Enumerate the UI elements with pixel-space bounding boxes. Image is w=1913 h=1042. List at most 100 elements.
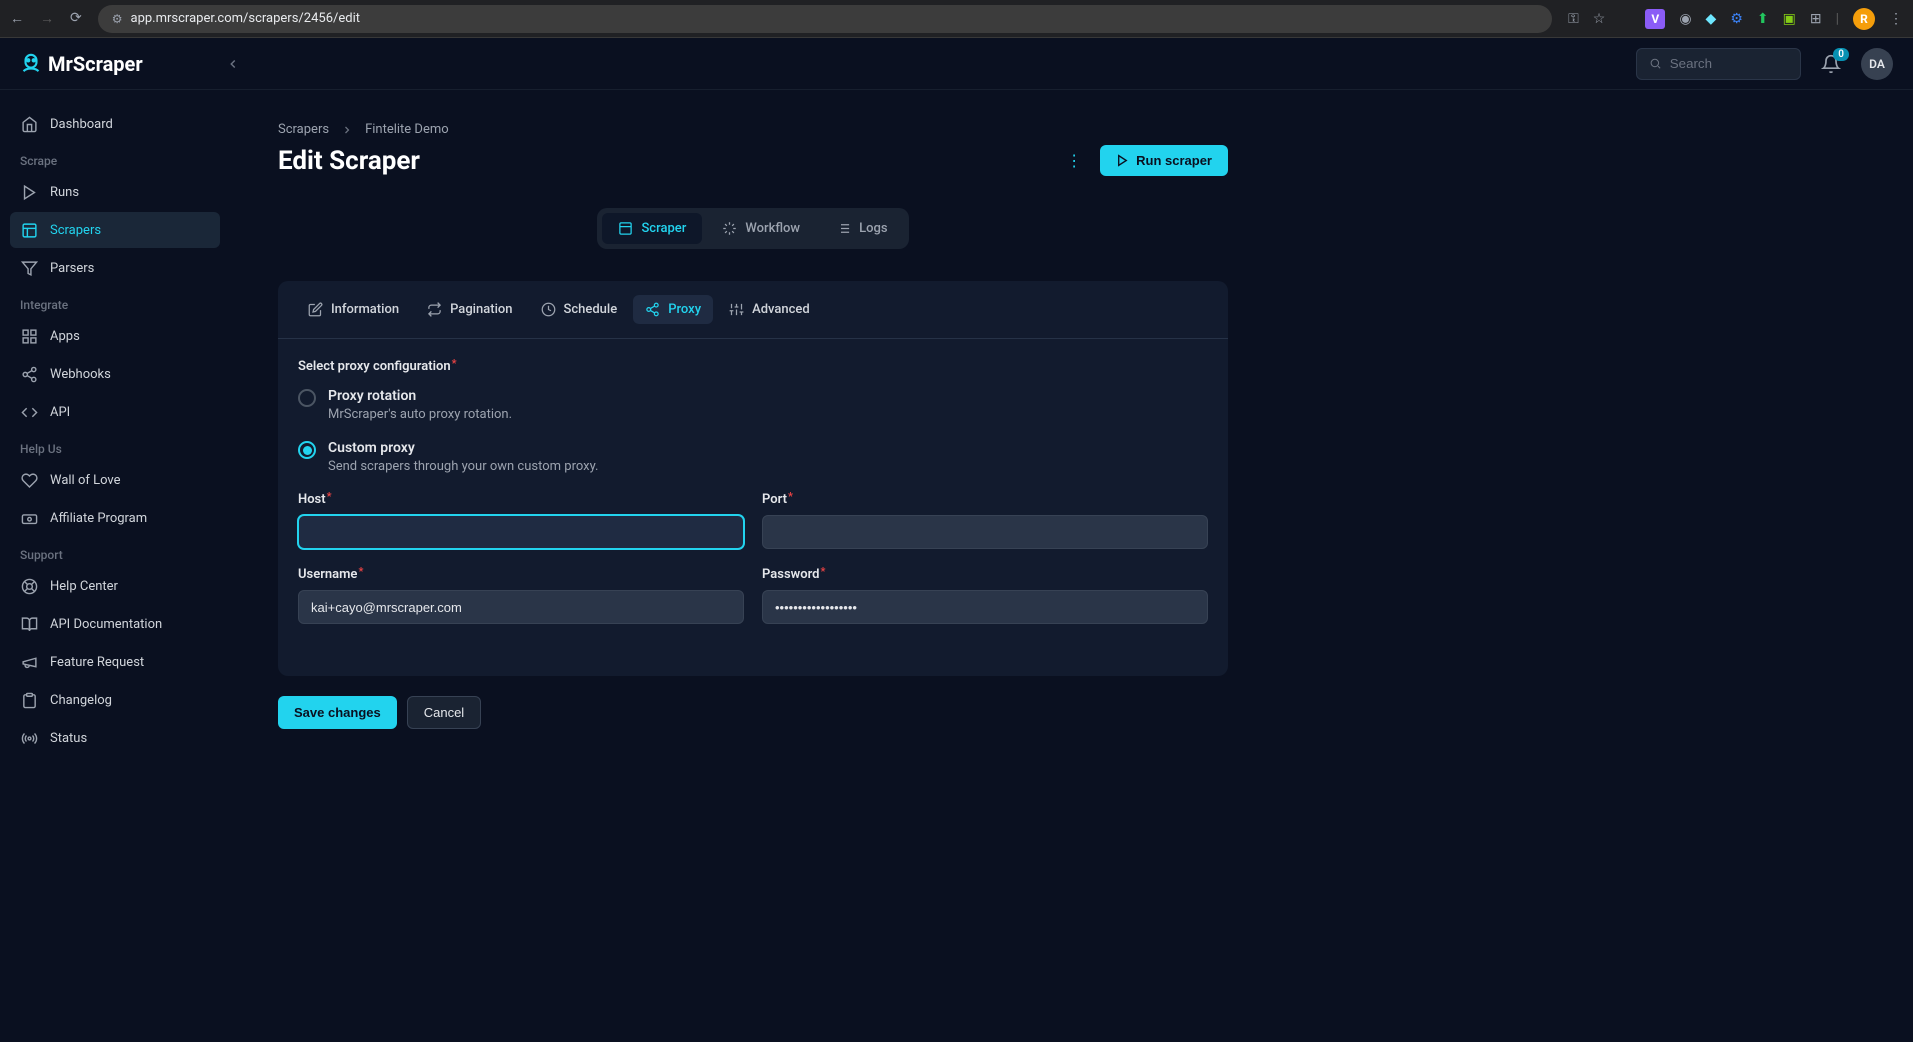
life-buoy-icon <box>20 577 38 595</box>
tab-pagination[interactable]: Pagination <box>415 295 524 324</box>
profile-avatar-icon[interactable]: R <box>1853 8 1875 30</box>
tab-label: Workflow <box>745 221 800 236</box>
breadcrumb-current[interactable]: Fintelite Demo <box>365 122 449 137</box>
sliders-icon <box>729 302 744 317</box>
search-field[interactable] <box>1670 56 1788 71</box>
sidebar-item-label: Wall of Love <box>50 473 121 488</box>
cancel-button[interactable]: Cancel <box>407 696 481 729</box>
clock-icon <box>541 302 556 317</box>
host-input[interactable] <box>298 515 744 549</box>
kebab-menu-icon[interactable]: ⋮ <box>1889 11 1903 27</box>
collapse-sidebar-button[interactable] <box>216 51 250 77</box>
sidebar-item-label: Scrapers <box>50 223 101 238</box>
breadcrumb-parent[interactable]: Scrapers <box>278 122 329 137</box>
sidebar-item-label: Webhooks <box>50 367 111 382</box>
reload-icon[interactable]: ⟳ <box>70 10 82 27</box>
sidebar-item-dashboard[interactable]: Dashboard <box>10 106 220 142</box>
nav-group-label: Help Us <box>10 432 220 462</box>
logo-text: MrScraper <box>48 52 143 76</box>
clipboard-icon <box>20 691 38 709</box>
breadcrumb: Scrapers Fintelite Demo <box>278 122 1228 137</box>
username-input[interactable] <box>298 590 744 624</box>
password-label: Password* <box>762 567 1208 582</box>
sidebar-item-label: Changelog <box>50 693 112 708</box>
tab-proxy[interactable]: Proxy <box>633 295 713 324</box>
tab-information[interactable]: Information <box>296 295 411 324</box>
edit-icon <box>308 302 323 317</box>
tab-label: Scraper <box>641 221 686 236</box>
sidebar-item-scrapers[interactable]: Scrapers <box>10 212 220 248</box>
card-tabs: Information Pagination Schedule <box>278 281 1228 339</box>
play-icon <box>1116 154 1129 167</box>
sidebar-item-help-center[interactable]: Help Center <box>10 568 220 604</box>
upload-icon[interactable]: ⬆ <box>1757 11 1769 27</box>
camera-icon[interactable]: ◉ <box>1679 11 1691 27</box>
tab-scraper[interactable]: Scraper <box>602 213 702 244</box>
port-input[interactable] <box>762 515 1208 549</box>
sidebar-item-label: Help Center <box>50 579 118 594</box>
radio-desc: MrScraper's auto proxy rotation. <box>328 407 512 422</box>
sidebar-item-label: Status <box>50 731 87 746</box>
sidebar-item-label: Affiliate Program <box>50 511 147 526</box>
edit-card: Information Pagination Schedule <box>278 281 1228 676</box>
sidebar-item-api[interactable]: API <box>10 394 220 430</box>
sidebar-item-changelog[interactable]: Changelog <box>10 682 220 718</box>
sidebar-item-apps[interactable]: Apps <box>10 318 220 354</box>
layout-icon <box>618 221 633 236</box>
extensions-puzzle-icon[interactable]: ⊞ <box>1810 11 1822 27</box>
sidebar-item-wall-of-love[interactable]: Wall of Love <box>10 462 220 498</box>
radio-custom-proxy[interactable]: Custom proxy Send scrapers through your … <box>298 440 1208 474</box>
host-label: Host* <box>298 492 744 507</box>
radio-icon <box>298 441 316 459</box>
logo[interactable]: MrScraper <box>20 52 216 76</box>
bookmark-star-icon[interactable]: ☆ <box>1593 11 1606 27</box>
search-input[interactable] <box>1636 48 1801 80</box>
sidebar-item-label: Runs <box>50 185 79 200</box>
list-icon <box>836 221 851 236</box>
sidebar-item-webhooks[interactable]: Webhooks <box>10 356 220 392</box>
user-avatar[interactable]: DA <box>1861 48 1893 80</box>
share-icon <box>645 302 660 317</box>
sidebar-item-parsers[interactable]: Parsers <box>10 250 220 286</box>
sidebar-item-label: Dashboard <box>50 117 113 132</box>
password-key-icon[interactable]: ⚿ <box>1568 11 1579 27</box>
tab-logs[interactable]: Logs <box>820 213 903 244</box>
tab-schedule[interactable]: Schedule <box>529 295 630 324</box>
main-content: Scrapers Fintelite Demo Edit Scraper ⋮ R… <box>230 90 1913 1042</box>
tab-workflow[interactable]: Workflow <box>706 213 816 244</box>
sidebar-item-api-docs[interactable]: API Documentation <box>10 606 220 642</box>
chevron-right-icon <box>341 124 353 136</box>
book-icon <box>20 615 38 633</box>
assist-icon[interactable]: ◆ <box>1706 11 1717 27</box>
nav-group-label: Integrate <box>10 288 220 318</box>
extension-v-icon[interactable]: V <box>1645 9 1665 29</box>
nav-group-label: Support <box>10 538 220 568</box>
site-settings-icon: ⚙ <box>112 12 123 26</box>
back-icon[interactable]: ← <box>10 10 24 27</box>
password-input[interactable] <box>762 590 1208 624</box>
gear-ext-icon[interactable]: ⚙ <box>1730 11 1743 27</box>
robot-icon[interactable]: ▣ <box>1783 11 1796 27</box>
layout-icon <box>20 221 38 239</box>
sparkle-icon <box>722 221 737 236</box>
more-actions-button[interactable]: ⋮ <box>1062 147 1086 174</box>
username-label: Username* <box>298 567 744 582</box>
app-header: MrScraper 0 DA <box>0 38 1913 90</box>
save-button[interactable]: Save changes <box>278 696 397 729</box>
notifications-button[interactable]: 0 <box>1821 54 1841 74</box>
tab-label: Proxy <box>668 302 701 317</box>
tab-advanced[interactable]: Advanced <box>717 295 822 324</box>
forward-icon[interactable]: → <box>40 10 54 27</box>
sidebar-item-status[interactable]: Status <box>10 720 220 756</box>
sidebar-item-feature-request[interactable]: Feature Request <box>10 644 220 680</box>
address-bar[interactable]: ⚙ app.mrscraper.com/scrapers/2456/edit <box>98 5 1552 33</box>
radio-icon <box>298 389 316 407</box>
run-scraper-button[interactable]: Run scraper <box>1100 145 1228 176</box>
money-icon <box>20 509 38 527</box>
sidebar-item-runs[interactable]: Runs <box>10 174 220 210</box>
proxy-section-label: Select proxy configuration* <box>298 359 1208 374</box>
sidebar-item-affiliate[interactable]: Affiliate Program <box>10 500 220 536</box>
required-asterisk: * <box>452 357 457 370</box>
radio-proxy-rotation[interactable]: Proxy rotation MrScraper's auto proxy ro… <box>298 388 1208 422</box>
search-icon <box>1649 56 1662 71</box>
